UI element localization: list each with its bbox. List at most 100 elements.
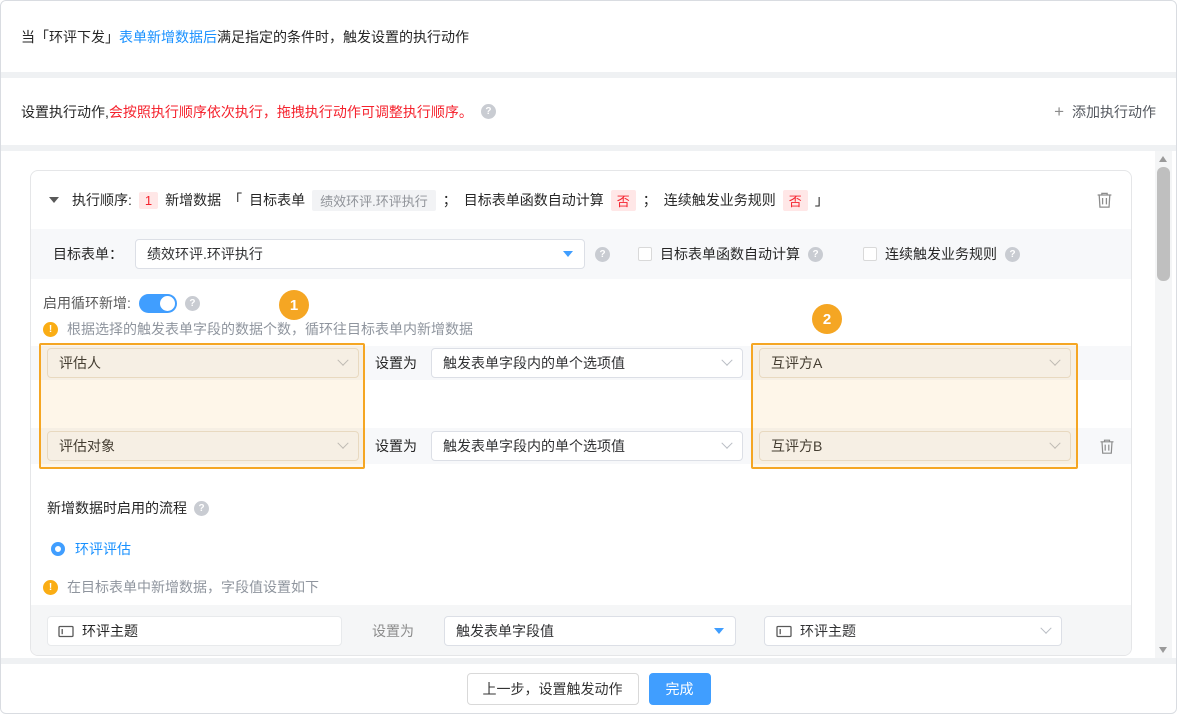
bracket-open: 「: [228, 190, 242, 210]
annotation-step-badge-2: 2: [812, 304, 842, 334]
done-button[interactable]: 完成: [649, 673, 711, 705]
process-hint-row: ! 在目标表单中新增数据，字段值设置如下: [31, 575, 1131, 599]
process-section-header: 新增数据时启用的流程 ?: [31, 497, 1131, 519]
calc-checkbox[interactable]: [638, 247, 652, 261]
value-method-select[interactable]: 触发表单字段值: [444, 616, 736, 646]
target-form-badge: 绩效环评.环评执行: [312, 190, 436, 211]
method-select-value: 触发表单字段内的单个选项值: [443, 436, 715, 456]
text-field-icon: [776, 625, 792, 638]
action-settings-bar: 设置执行动作, 会按照执行顺序依次执行，拖拽执行动作可调整执行顺序。 ? + 添…: [1, 78, 1176, 145]
scroll-down-arrow-icon[interactable]: [1159, 647, 1167, 653]
chain-value-badge: 否: [783, 190, 808, 211]
delete-action-button[interactable]: [1096, 191, 1113, 209]
loop-toggle-row: 启用循环新增: ?: [31, 287, 1131, 319]
scrollbar-thumb[interactable]: [1157, 167, 1170, 281]
scroll-up-arrow-icon[interactable]: [1159, 156, 1167, 162]
annotation-step-badge-1: 1: [279, 290, 309, 320]
separator: ；: [443, 190, 457, 210]
caret-down-icon: [714, 628, 724, 634]
trash-icon: [1099, 438, 1115, 455]
target-form-select-value: 绩效环评.环评执行: [147, 244, 555, 264]
warning-icon: !: [43, 580, 58, 595]
vertical-scrollbar[interactable]: [1155, 151, 1172, 658]
chevron-down-icon: [1049, 438, 1060, 449]
loop-hint-row: ! 根据选择的触发表单字段的数据个数，循环往目标表单内新增数据: [31, 317, 1131, 341]
chevron-down-icon: [721, 355, 732, 366]
value-select[interactable]: 互评方B: [759, 431, 1071, 461]
trash-icon: [1096, 191, 1113, 209]
method-select-value: 触发表单字段内的单个选项值: [443, 353, 715, 373]
execution-action-card: 执行顺序: 1 新增数据 「 目标表单 绩效环评.环评执行 ； 目标表单函数自动…: [30, 170, 1132, 656]
order-badge: 1: [139, 192, 158, 209]
field-select-value: 评估人: [59, 353, 331, 373]
delete-row-button[interactable]: [1099, 438, 1115, 455]
process-radio-label: 环评评估: [75, 539, 131, 559]
target-form-select[interactable]: 绩效环评.环评执行: [135, 239, 585, 269]
trigger-summary-bar: 当「环评下发」表单新增数据后满足指定的条件时，触发设置的执行动作: [1, 1, 1176, 72]
help-icon[interactable]: ?: [808, 247, 823, 262]
separator: ；: [643, 190, 657, 210]
chevron-down-icon: [1049, 355, 1060, 366]
target-form-row: 目标表单： 绩效环评.环评执行 ? 目标表单函数自动计算 ? 连续触发业务规则 …: [31, 229, 1131, 279]
help-icon[interactable]: ?: [595, 247, 610, 262]
chevron-down-icon: [337, 355, 348, 366]
field-select[interactable]: 评估人: [47, 348, 359, 378]
chain-checkbox-group: 连续触发业务规则 ?: [863, 244, 1020, 264]
value-select[interactable]: 互评方A: [759, 348, 1071, 378]
value-select-value: 互评方B: [771, 436, 1043, 456]
action-bar-label: 设置执行动作,: [21, 102, 109, 122]
add-action-button[interactable]: + 添加执行动作: [1054, 102, 1156, 122]
value-mapping-row: 环评主题 设置为 触发表单字段值 环评主题: [31, 605, 1131, 656]
target-form-label: 目标表单: [249, 190, 305, 210]
calc-checkbox-group: 目标表单函数自动计算 ?: [638, 244, 823, 264]
text-field-icon: [58, 625, 74, 638]
help-icon[interactable]: ?: [481, 104, 496, 119]
plus-icon: +: [1054, 103, 1064, 120]
process-label: 新增数据时启用的流程: [47, 498, 187, 518]
execution-order-header: 执行顺序: 1 新增数据 「 目标表单 绩效环评.环评执行 ； 目标表单函数自动…: [31, 171, 1131, 229]
target-field-box[interactable]: 环评主题: [47, 616, 342, 646]
calc-checkbox-label: 目标表单函数自动计算: [660, 244, 800, 264]
value-select-value: 互评方A: [771, 353, 1043, 373]
trigger-event-highlight: 表单新增数据后: [119, 27, 217, 47]
help-icon[interactable]: ?: [1005, 247, 1020, 262]
method-select[interactable]: 触发表单字段内的单个选项值: [431, 431, 743, 461]
trigger-text-prefix: 当「环评下发」: [21, 27, 119, 47]
chain-checkbox[interactable]: [863, 247, 877, 261]
field-select[interactable]: 评估对象: [47, 431, 359, 461]
loop-hint-text: 根据选择的触发表单字段的数据个数，循环往目标表单内新增数据: [67, 319, 473, 339]
loop-toggle-label: 启用循环新增:: [43, 293, 131, 313]
operator-label: 设置为: [375, 436, 417, 456]
operator-label: 设置为: [372, 621, 414, 641]
previous-step-button[interactable]: 上一步，设置触发动作: [467, 673, 639, 705]
field-mapping-row: 评估对象 设置为 触发表单字段内的单个选项值 互评方B: [31, 428, 1131, 464]
value-method-select-value: 触发表单字段值: [456, 621, 706, 641]
field-mapping-row: 评估人 设置为 触发表单字段内的单个选项值 互评方A: [31, 346, 1131, 380]
help-icon[interactable]: ?: [194, 501, 209, 516]
target-form-field-label: 目标表单：: [53, 244, 123, 264]
method-select[interactable]: 触发表单字段内的单个选项值: [431, 348, 743, 378]
operator-label: 设置为: [375, 353, 417, 373]
footer-bar: 上一步，设置触发动作 完成: [1, 664, 1176, 713]
source-field-select-value: 环评主题: [776, 621, 1034, 641]
main-content: 执行顺序: 1 新增数据 「 目标表单 绩效环评.环评执行 ； 目标表单函数自动…: [1, 151, 1176, 658]
chevron-down-icon: [1040, 623, 1051, 634]
chain-label: 连续触发业务规则: [664, 190, 776, 210]
add-action-label: 添加执行动作: [1072, 102, 1156, 122]
rule-config-dialog: 当「环评下发」表单新增数据后满足指定的条件时，触发设置的执行动作 设置执行动作,…: [0, 0, 1177, 714]
chevron-down-icon: [721, 438, 732, 449]
calc-value-badge: 否: [611, 190, 636, 211]
trigger-text-suffix: 满足指定的条件时，触发设置的执行动作: [217, 27, 469, 47]
caret-down-icon: [563, 251, 573, 257]
loop-toggle-switch[interactable]: [139, 294, 177, 313]
source-field-select[interactable]: 环评主题: [764, 616, 1062, 646]
calc-label: 目标表单函数自动计算: [464, 190, 604, 210]
target-field-label: 环评主题: [82, 621, 138, 641]
collapse-icon[interactable]: [49, 197, 59, 203]
chevron-down-icon: [337, 438, 348, 449]
help-icon[interactable]: ?: [185, 296, 200, 311]
warning-icon: !: [43, 322, 58, 337]
process-radio-row: 环评评估: [31, 537, 1131, 561]
process-radio-selected[interactable]: [51, 542, 65, 556]
toggle-knob: [160, 296, 175, 311]
